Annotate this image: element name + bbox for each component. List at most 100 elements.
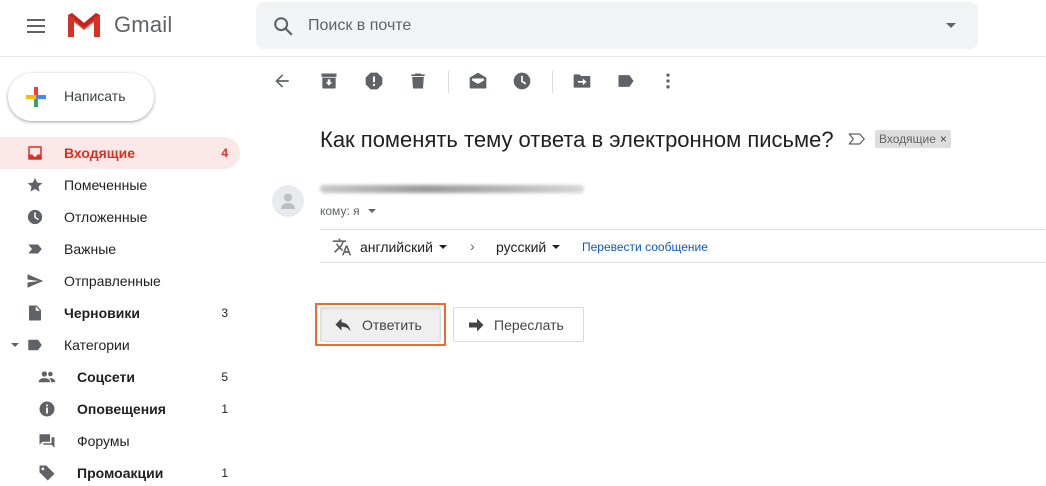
archive-icon — [321, 73, 337, 89]
reply-button[interactable]: Ответить — [320, 307, 441, 342]
report-spam-button[interactable] — [362, 69, 386, 93]
archive-button[interactable] — [317, 69, 341, 93]
target-language-select[interactable]: русский — [496, 239, 561, 255]
label-icon — [28, 339, 42, 351]
sidebar-item-categories[interactable]: Категории — [0, 329, 240, 361]
delete-button[interactable] — [406, 69, 430, 93]
top-bar: Gmail — [0, 0, 1046, 57]
main-menu-button[interactable] — [20, 12, 52, 40]
inbox-label-chip: Входящие × — [875, 130, 951, 148]
expand-caret-icon[interactable] — [11, 343, 19, 347]
sidebar-item-important[interactable]: Важные — [0, 233, 240, 265]
search-input[interactable] — [308, 12, 908, 40]
sidebar-item-count: 3 — [221, 306, 228, 320]
label-icon — [618, 75, 634, 87]
sidebar-item-count: 4 — [221, 146, 228, 160]
more-options-button[interactable] — [656, 69, 680, 93]
menu-icon-line — [27, 31, 45, 33]
message-subject: Как поменять тему ответа в электронном п… — [320, 127, 834, 152]
sidebar-item-label: Отложенные — [64, 209, 148, 225]
gmail-logo[interactable]: Gmail — [66, 11, 172, 39]
recipient-line: кому: я — [320, 204, 376, 218]
toolbar-divider — [552, 71, 553, 93]
translate-icon — [332, 238, 352, 256]
search-options-caret-icon[interactable] — [946, 23, 956, 28]
sender-name-redacted — [320, 185, 584, 193]
sidebar-item-label: Форумы — [77, 433, 130, 449]
tag-icon — [39, 465, 55, 481]
person-icon — [281, 193, 295, 209]
forward-label: Переслать — [494, 317, 564, 333]
sidebar-item-count: 1 — [221, 466, 228, 480]
forward-arrow-icon — [469, 318, 484, 332]
importance-marker-icon[interactable] — [848, 132, 866, 146]
move-to-button[interactable] — [570, 69, 594, 93]
clock-icon — [27, 209, 43, 225]
translate-message-link[interactable]: Перевести сообщение — [582, 240, 708, 254]
sidebar-item-label: Отправленные — [64, 273, 161, 289]
compose-label: Написать — [64, 88, 126, 104]
sidebar-item-label: Оповещения — [77, 401, 166, 417]
show-details-caret-icon[interactable] — [367, 209, 376, 213]
more-vert-icon — [666, 73, 670, 89]
sidebar-item-snoozed[interactable]: Отложенные — [0, 201, 240, 233]
translate-message-text: Перевести сообщение — [582, 240, 708, 254]
move-to-folder-icon — [573, 74, 591, 88]
star-icon — [27, 177, 43, 192]
draft-icon — [29, 305, 41, 321]
label-chip-text: Входящие — [879, 132, 936, 146]
sidebar-item-count: 5 — [221, 370, 228, 384]
sidebar-item-label: Важные — [64, 241, 117, 257]
mark-unread-icon — [469, 72, 487, 89]
chevron-down-icon — [552, 245, 561, 249]
search-icon[interactable] — [272, 15, 294, 37]
sidebar-item-label: Промоакции — [77, 465, 164, 481]
arrow-back-icon — [275, 74, 289, 88]
sidebar-item-drafts[interactable]: Черновики 3 — [0, 297, 240, 329]
send-icon — [27, 274, 44, 288]
back-button[interactable] — [270, 69, 294, 93]
message-toolbar — [256, 57, 1046, 105]
forward-button[interactable]: Переслать — [453, 307, 584, 342]
report-spam-icon — [365, 72, 383, 90]
toolbar-divider — [448, 71, 449, 93]
info-icon — [39, 401, 55, 417]
forum-icon — [39, 434, 55, 448]
chevron-down-icon — [438, 245, 447, 249]
sidebar-item-label: Черновики — [64, 305, 141, 321]
reply-arrow-icon — [335, 318, 351, 332]
mark-unread-button[interactable] — [466, 69, 490, 93]
snooze-button[interactable] — [510, 69, 534, 93]
inbox-icon — [28, 146, 42, 160]
gmail-m-icon — [68, 13, 100, 37]
source-language-label: английский — [360, 239, 433, 255]
sidebar-item-updates[interactable]: Оповещения 1 — [0, 393, 240, 425]
sidebar-item-sent[interactable]: Отправленные — [0, 265, 240, 297]
sidebar-item-forums[interactable]: Форумы — [0, 425, 240, 457]
logo-wordmark: Gmail — [114, 12, 173, 37]
folder-list: Входящие 4 Помеченные Отложенные Важные — [0, 137, 256, 486]
search-bar[interactable] — [256, 2, 978, 49]
source-language-select[interactable]: английский — [360, 239, 447, 255]
remove-label-button[interactable]: × — [940, 132, 947, 146]
chevron-right-icon: › — [470, 238, 475, 254]
sidebar-item-inbox[interactable]: Входящие 4 — [0, 137, 240, 169]
translate-bar: английский › русский Перевести сообщение — [320, 229, 1046, 263]
compose-plus-icon — [26, 87, 46, 107]
sidebar-item-label: Категории — [64, 337, 130, 353]
clock-icon — [513, 72, 531, 90]
important-icon — [28, 244, 42, 254]
sender-avatar[interactable] — [272, 185, 304, 217]
sidebar: Написать Входящие 4 Помеченные Отложенны… — [0, 57, 256, 486]
menu-icon-line — [27, 19, 45, 21]
target-language-label: русский — [496, 239, 547, 255]
sidebar-item-label: Соцсети — [77, 369, 135, 385]
labels-button[interactable] — [614, 69, 638, 93]
sidebar-item-starred[interactable]: Помеченные — [0, 169, 240, 201]
compose-button[interactable]: Написать — [8, 73, 154, 121]
sidebar-item-label: Помеченные — [64, 177, 148, 193]
sidebar-item-promotions[interactable]: Промоакции 1 — [0, 457, 240, 486]
sidebar-item-label: Входящие — [64, 145, 135, 161]
reply-label: Ответить — [362, 317, 422, 333]
sidebar-item-social[interactable]: Соцсети 5 — [0, 361, 240, 393]
